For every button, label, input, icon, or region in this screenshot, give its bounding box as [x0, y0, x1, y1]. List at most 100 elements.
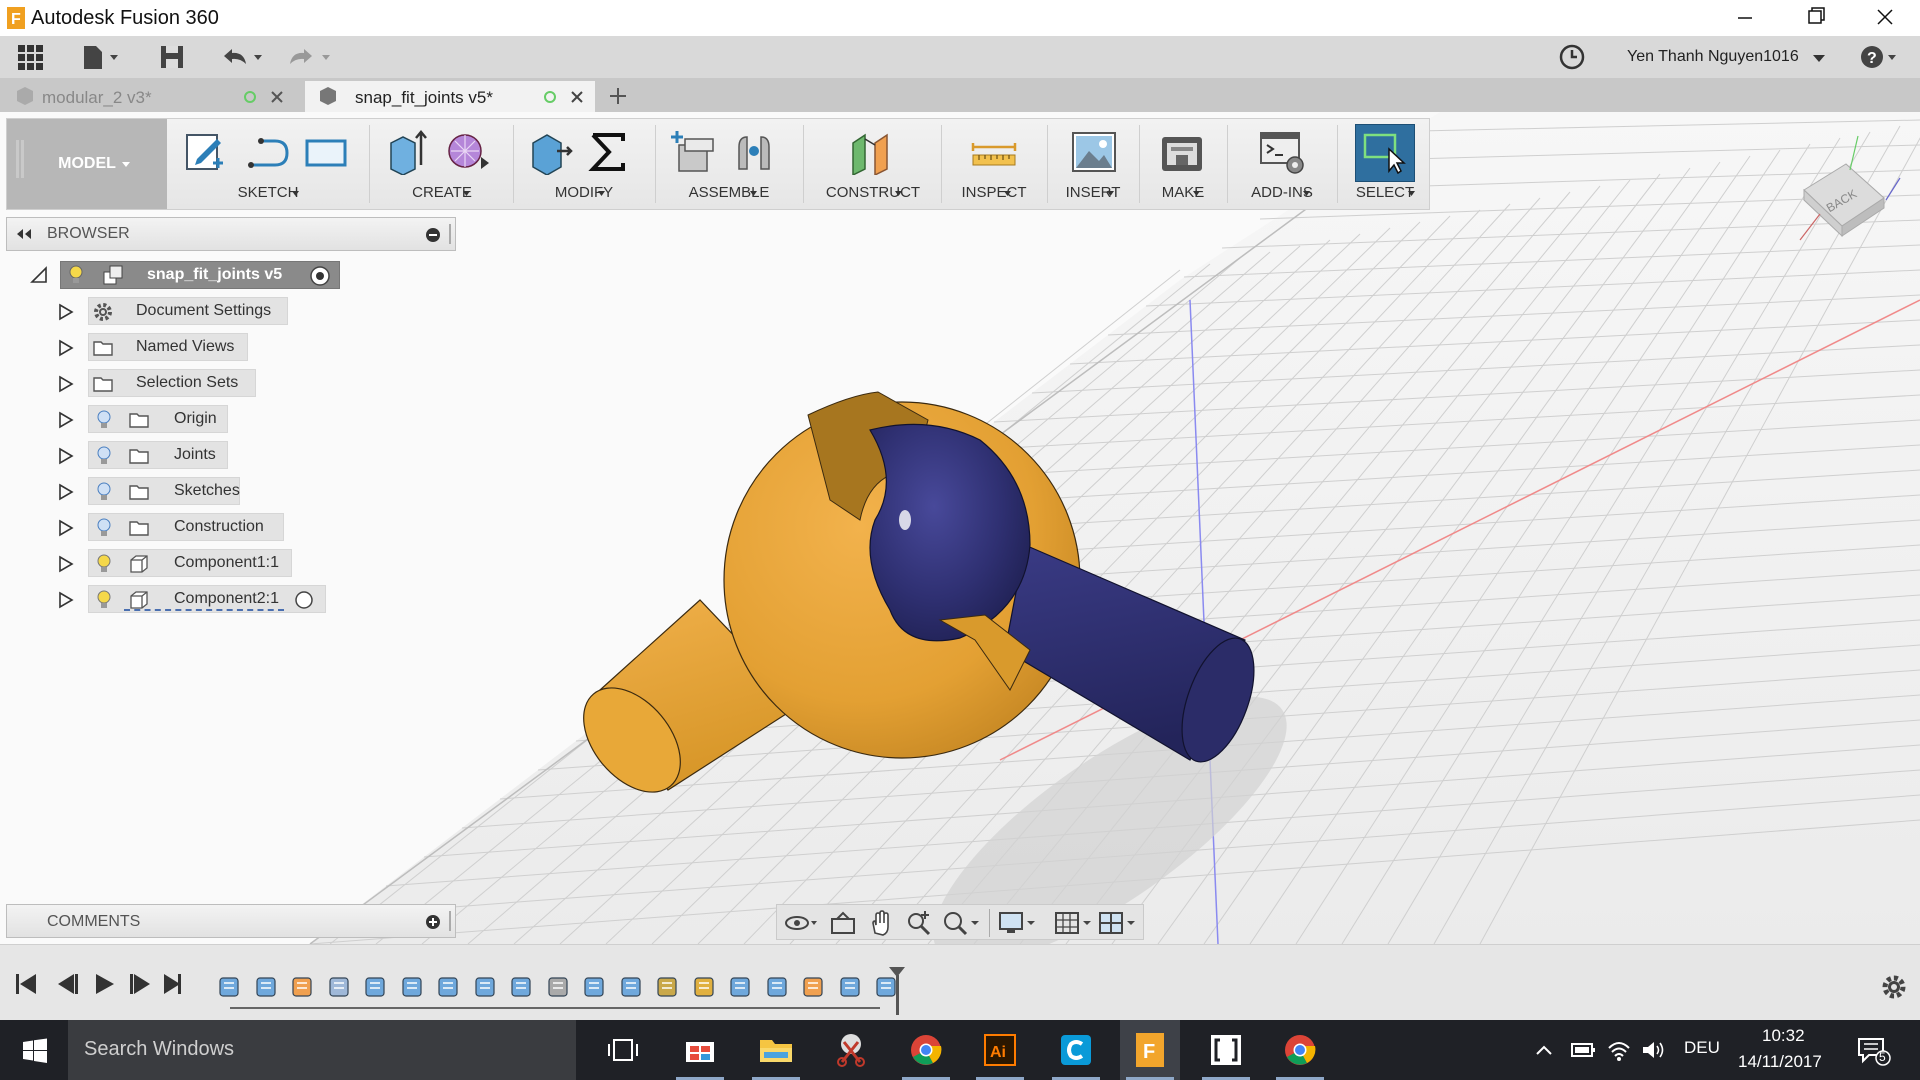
viewports-icon[interactable] — [1097, 909, 1141, 937]
zoom-icon[interactable] — [905, 909, 933, 937]
insert-group[interactable]: INSERT — [1049, 119, 1137, 209]
taskbar-search-box[interactable]: Search Windows — [68, 1020, 576, 1080]
task-view-icon[interactable] — [606, 1036, 640, 1064]
clock-date[interactable]: 14/11/2017 — [1738, 1052, 1822, 1072]
activate-radio-icon[interactable] — [309, 265, 331, 287]
timeline-feature-sketch-icon[interactable] — [216, 973, 244, 1001]
make-group[interactable]: MAKE — [1141, 119, 1225, 209]
rectangle-icon[interactable] — [303, 129, 349, 175]
visibility-bulb-icon[interactable] — [94, 553, 114, 575]
taskbar-app-snipping[interactable] — [820, 1020, 880, 1080]
timeline-feature-move-icon[interactable] — [472, 973, 500, 1001]
taskbar-app-tinkercad[interactable] — [1196, 1020, 1256, 1080]
form-icon[interactable] — [445, 129, 491, 175]
minimize-button[interactable] — [1715, 0, 1775, 36]
tree-expand-triangle-icon[interactable] — [58, 339, 74, 357]
3d-print-icon[interactable] — [1159, 129, 1205, 175]
go-to-end-icon[interactable] — [164, 974, 181, 994]
step-forward-icon[interactable] — [130, 974, 150, 994]
extrude-icon[interactable] — [385, 129, 431, 175]
timeline-feature-sketch-icon[interactable] — [253, 973, 281, 1001]
measure-ruler-icon[interactable] — [971, 129, 1017, 175]
wifi-icon[interactable] — [1606, 1038, 1632, 1062]
insert-image-icon[interactable] — [1071, 129, 1117, 175]
timeline-feature-joint-icon[interactable] — [326, 973, 354, 1001]
timeline-feature-extrude-icon[interactable] — [727, 973, 755, 1001]
timeline-feature-joint-icon[interactable] — [545, 973, 573, 1001]
taskbar-app-chrome[interactable] — [896, 1020, 956, 1080]
taskbar-app-illustrator[interactable]: Ai — [970, 1020, 1030, 1080]
visibility-bulb-icon[interactable] — [94, 409, 114, 431]
press-pull-icon[interactable] — [527, 129, 573, 175]
visibility-bulb-icon[interactable] — [94, 589, 114, 611]
timeline-feature-plane-icon[interactable] — [289, 973, 317, 1001]
tree-expand-triangle-icon[interactable] — [58, 375, 74, 393]
parameters-sigma-icon[interactable] — [585, 129, 631, 175]
step-back-icon[interactable] — [58, 974, 78, 994]
assemble-group[interactable]: ASSEMBLE — [661, 119, 797, 209]
new-component-icon[interactable] — [669, 129, 715, 175]
timeline-feature-align-icon[interactable] — [435, 973, 463, 1001]
restore-button[interactable] — [1785, 0, 1845, 36]
timeline-settings-gear-icon[interactable] — [1880, 973, 1908, 1001]
timeline-feature-align-icon[interactable] — [399, 973, 427, 1001]
timeline-feature-box-icon[interactable] — [581, 973, 609, 1001]
addins-group[interactable]: ADD-INS — [1229, 119, 1335, 209]
undo-icon[interactable] — [218, 42, 268, 72]
tab-modular-2[interactable]: modular_2 v3* — [0, 81, 300, 112]
timeline-feature-box-icon[interactable] — [764, 973, 792, 1001]
timeline-feature-move-icon[interactable] — [508, 973, 536, 1001]
taskbar-app-chrome-2[interactable] — [1270, 1020, 1330, 1080]
action-center-icon[interactable] — [1856, 1036, 1892, 1066]
tree-expand-triangle-icon[interactable] — [58, 447, 74, 465]
workspace-switcher[interactable]: MODEL — [7, 119, 167, 209]
save-icon[interactable] — [158, 42, 186, 72]
zoom-window-icon[interactable] — [941, 909, 981, 937]
timeline-feature-body-icon[interactable] — [654, 973, 682, 1001]
timeline-marker-icon[interactable] — [886, 965, 908, 1015]
create-sketch-icon[interactable] — [183, 129, 229, 175]
new-tab-plus-icon[interactable] — [608, 86, 628, 106]
look-at-icon[interactable] — [829, 909, 857, 937]
panel-grip[interactable] — [449, 911, 451, 931]
visibility-bulb-icon[interactable] — [94, 481, 114, 503]
sketch-group[interactable]: SKETCH — [175, 119, 361, 209]
collapse-double-arrow-icon[interactable] — [15, 228, 33, 240]
close-button[interactable] — [1855, 0, 1915, 36]
timeline-feature-box-icon[interactable] — [618, 973, 646, 1001]
visibility-bulb-icon[interactable] — [94, 517, 114, 539]
visibility-bulb-on-icon[interactable] — [66, 264, 86, 286]
user-dropdown-chevron-icon[interactable] — [1810, 42, 1828, 72]
timeline-feature-box-icon[interactable] — [837, 973, 865, 1001]
file-menu-icon[interactable] — [80, 42, 124, 72]
clock-time[interactable]: 10:32 — [1762, 1026, 1805, 1046]
volume-icon[interactable] — [1640, 1038, 1666, 1062]
taskbar-app-cura[interactable] — [1046, 1020, 1106, 1080]
timeline-feature-fillet-icon[interactable] — [800, 973, 828, 1001]
tree-expand-triangle-icon[interactable] — [58, 519, 74, 537]
modify-group[interactable]: MODIFY — [519, 119, 649, 209]
play-icon[interactable] — [96, 974, 114, 994]
data-panel-grid-icon[interactable] — [15, 42, 47, 72]
pan-hand-icon[interactable] — [867, 909, 895, 937]
inspect-group[interactable]: INSPECT — [943, 119, 1045, 209]
battery-icon[interactable] — [1570, 1038, 1596, 1062]
view-cube[interactable]: BACK — [1790, 128, 1910, 248]
tree-expand-triangle-icon[interactable] — [58, 303, 74, 321]
windows-start-icon[interactable] — [22, 1038, 48, 1064]
select-group[interactable]: SELECT — [1341, 119, 1429, 209]
tree-expand-triangle-icon[interactable] — [58, 483, 74, 501]
tab-close-icon[interactable] — [270, 90, 284, 104]
offset-plane-icon[interactable] — [849, 129, 895, 175]
visibility-bulb-icon[interactable] — [94, 445, 114, 467]
grid-snaps-icon[interactable] — [1053, 909, 1093, 937]
help-icon[interactable]: ? — [1858, 42, 1902, 72]
joint-icon[interactable] — [731, 129, 777, 175]
taskbar-app-fusion[interactable]: F — [1120, 1020, 1180, 1080]
construct-group[interactable]: CONSTRUCT — [807, 119, 939, 209]
timeline-feature-sketch-edit-icon[interactable] — [691, 973, 719, 1001]
browser-panel-header[interactable]: BROWSER — [6, 217, 456, 251]
browser-minimize-icon[interactable] — [425, 227, 441, 243]
select-cursor-icon[interactable] — [1361, 129, 1407, 175]
panel-grip[interactable] — [449, 224, 451, 244]
